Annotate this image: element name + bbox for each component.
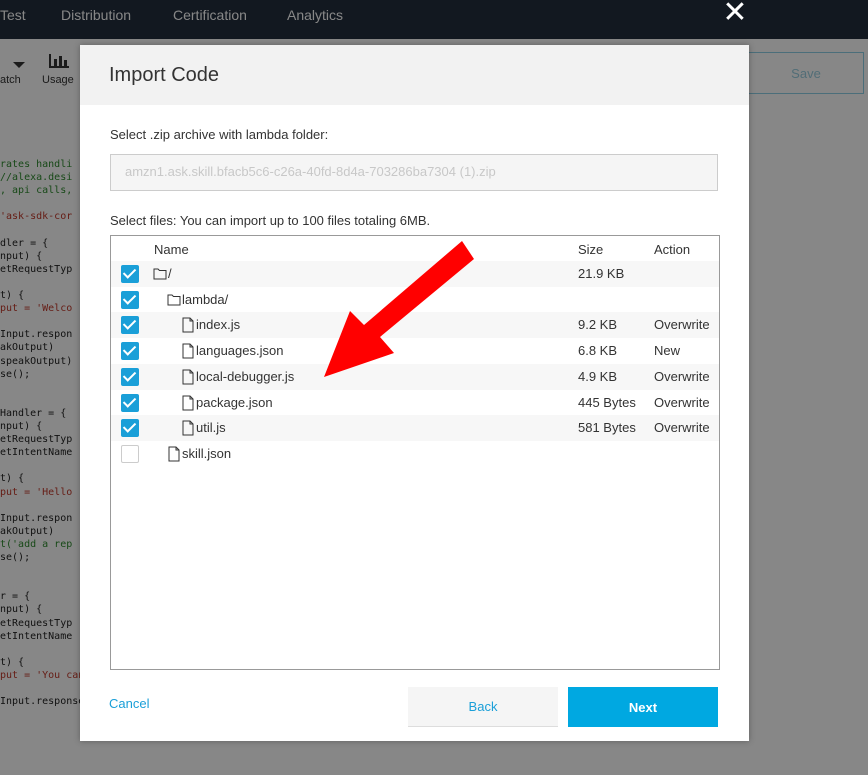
file-icon	[168, 446, 180, 462]
file-icon	[182, 369, 194, 385]
back-button[interactable]: Back	[408, 687, 558, 727]
arrow-annotation	[324, 241, 474, 377]
folder-icon	[167, 294, 181, 306]
file-icon	[182, 317, 194, 333]
file-checkbox[interactable]	[121, 393, 139, 412]
file-row[interactable]: skill.json	[111, 441, 719, 467]
file-name: package.json	[196, 394, 273, 410]
file-checkbox[interactable]	[121, 316, 139, 335]
close-icon[interactable]: ✕	[720, 0, 750, 28]
file-checkbox[interactable]	[121, 419, 139, 438]
file-checkbox[interactable]	[121, 342, 139, 361]
file-checkbox[interactable]	[121, 367, 139, 386]
file-size: 581 Bytes	[578, 420, 636, 436]
file-action: Overwrite	[654, 317, 710, 333]
file-name: skill.json	[182, 445, 232, 461]
file-size: 21.9 KB	[578, 266, 625, 281]
column-header-size: Size	[578, 242, 604, 257]
file-action: Overwrite	[654, 420, 710, 436]
file-checkbox[interactable]	[121, 444, 139, 463]
file-name: index.js	[196, 317, 241, 333]
file-action: Overwrite	[654, 394, 710, 410]
folder-icon	[153, 268, 167, 280]
file-name: lambda/	[182, 291, 229, 307]
file-size: 4.9 KB	[578, 368, 618, 384]
file-icon	[182, 420, 194, 436]
import-code-dialog: Import Code Select .zip archive with lam…	[80, 45, 749, 741]
file-size: 6.8 KB	[578, 343, 618, 359]
file-name: util.js	[196, 420, 226, 436]
file-name: languages.json	[196, 343, 284, 359]
dialog-header: Import Code	[80, 45, 749, 105]
zip-file-field[interactable]: amzn1.ask.skill.bfacb5c6-c26a-40fd-8d4a-…	[110, 154, 718, 191]
cancel-link[interactable]: Cancel	[109, 696, 149, 711]
file-checkbox[interactable]	[121, 265, 139, 283]
column-header-action: Action	[654, 242, 691, 257]
file-checkbox[interactable]	[121, 290, 139, 309]
file-name: local-debugger.js	[196, 368, 295, 384]
dialog-title: Import Code	[109, 64, 220, 86]
file-icon	[182, 395, 194, 410]
file-action: New	[654, 343, 681, 359]
file-size: 445 Bytes	[578, 394, 636, 410]
file-action: Overwrite	[654, 368, 710, 384]
next-button[interactable]: Next	[568, 687, 718, 727]
zip-label: Select .zip archive with lambda folder:	[110, 127, 329, 142]
file-size: 9.2 KB	[578, 317, 618, 333]
file-row[interactable]: package.json 445 Bytes Overwrite	[111, 390, 719, 416]
file-icon	[182, 343, 194, 359]
files-label: Select files: You can import up to 100 f…	[110, 213, 431, 228]
column-header-name: Name	[154, 242, 189, 257]
file-row[interactable]: util.js 581 Bytes Overwrite	[111, 415, 719, 442]
file-name: /	[168, 266, 172, 281]
